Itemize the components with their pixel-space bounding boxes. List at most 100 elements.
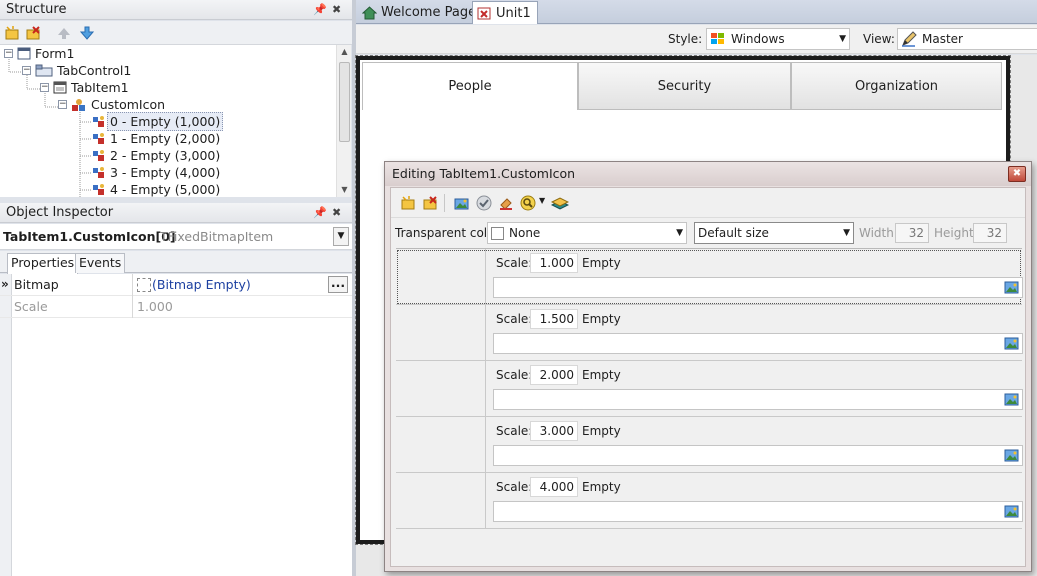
transparent-color-select[interactable]: None ▼ — [487, 222, 687, 244]
move-up-icon[interactable] — [55, 24, 73, 42]
scale-input[interactable]: 1.500 — [530, 309, 578, 329]
chevron-down-icon[interactable]: ▼ — [839, 34, 846, 44]
load-image-icon[interactable] — [453, 194, 471, 212]
scale-label: Scale: — [496, 480, 533, 494]
browse-image-icon[interactable] — [1004, 336, 1019, 350]
tab-events[interactable]: Events — [75, 253, 126, 273]
add-item-icon[interactable] — [3, 24, 21, 42]
form-unit-icon — [477, 7, 491, 20]
bitmap-path-input[interactable] — [493, 445, 1023, 466]
list-item[interactable]: Scale: 3.000 Empty — [396, 417, 1023, 473]
delete-item-icon[interactable] — [24, 24, 42, 42]
tree-item-tabcontrol1[interactable]: − TabControl1 — [22, 62, 131, 79]
tree-scrollbar[interactable]: ▲ ▼ — [336, 45, 351, 197]
pin-icon[interactable]: 📌 — [313, 0, 327, 20]
list-item[interactable]: Scale: 1.500 Empty — [396, 305, 1023, 361]
bitmap-path-input[interactable] — [493, 501, 1023, 522]
bitmap-thumbnail — [396, 305, 486, 360]
browse-image-icon[interactable] — [1004, 504, 1019, 518]
size-select[interactable]: Default size ▼ — [694, 222, 854, 244]
tree-item-label: 0 - Empty (1,000) — [107, 112, 224, 131]
bitmap-status: Empty — [582, 480, 621, 494]
scale-input[interactable]: 4.000 — [530, 477, 578, 497]
chevron-down-icon[interactable]: ▼ — [843, 228, 850, 238]
scrollbar-thumb[interactable] — [339, 62, 350, 142]
collapse-icon[interactable]: − — [4, 49, 13, 58]
clear-icon[interactable] — [497, 194, 515, 212]
browse-image-icon[interactable] — [1004, 448, 1019, 462]
form-tab-security[interactable]: Security — [578, 62, 791, 110]
style-select[interactable]: Windows ▼ — [706, 28, 850, 50]
structure-title: Structure — [6, 2, 67, 17]
tree-item-bitmap-2[interactable]: 2 - Empty (3,000) — [92, 147, 220, 164]
scroll-down-icon[interactable]: ▼ — [337, 183, 352, 197]
width-input[interactable]: 32 — [895, 223, 929, 243]
tree-item-bitmap-4[interactable]: 4 - Empty (5,000) — [92, 181, 220, 197]
row-indicator-column — [0, 274, 12, 576]
view-label: View: — [863, 32, 895, 46]
tabcontrol-icon — [35, 64, 53, 77]
scale-input[interactable]: 3.000 — [530, 421, 578, 441]
tree-item-form1[interactable]: − Form1 — [4, 45, 74, 62]
scale-label: Scale: — [496, 312, 533, 326]
close-icon[interactable]: ✖ — [332, 203, 341, 223]
tab-unit1[interactable]: Unit1 — [472, 1, 538, 24]
tree-item-bitmap-1[interactable]: 1 - Empty (2,000) — [92, 130, 220, 147]
add-item-icon[interactable] — [399, 194, 417, 212]
tree-item-bitmap-0[interactable]: 0 - Empty (1,000) — [92, 112, 224, 131]
scroll-up-icon[interactable]: ▲ — [337, 45, 352, 59]
delete-item-icon[interactable] — [421, 194, 439, 212]
ellipsis-button[interactable]: ... — [328, 276, 348, 293]
list-item[interactable]: Scale: 2.000 Empty — [396, 361, 1023, 417]
tree-item-customicon[interactable]: − CustomIcon — [58, 96, 165, 113]
bitmap-path-input[interactable] — [493, 277, 1023, 298]
dialog-options-bar: Transparent color: None ▼ Default size ▼… — [391, 219, 1025, 249]
form-tab-organization[interactable]: Organization — [791, 62, 1002, 110]
bitmap-status: Empty — [582, 256, 621, 270]
browse-image-icon[interactable] — [1004, 280, 1019, 294]
dialog-title-bar[interactable]: Editing TabItem1.CustomIcon ✖ — [385, 162, 1031, 186]
form-icon — [17, 47, 31, 60]
bitmap-thumbnail — [396, 473, 486, 528]
close-button[interactable]: ✖ — [1008, 166, 1026, 182]
close-icon[interactable]: ✖ — [332, 0, 341, 20]
object-selector[interactable]: TabItem1.CustomIcon[0] TFixedBitmapItem … — [0, 224, 352, 250]
property-grid: » Bitmap (Bitmap Empty) ... Scale 1.000 — [0, 274, 352, 576]
empty-bitmap-icon — [137, 278, 151, 292]
bitmap-path-input[interactable] — [493, 333, 1023, 354]
pin-icon[interactable]: 📌 — [313, 203, 327, 223]
scale-input[interactable]: 1.000 — [530, 253, 578, 273]
dialog-toolbar: ▼ — [391, 188, 1025, 218]
collapse-icon[interactable]: − — [58, 100, 67, 109]
height-input[interactable]: 32 — [973, 223, 1007, 243]
list-item[interactable]: Scale: 4.000 Empty — [396, 473, 1023, 529]
collapse-icon[interactable]: − — [22, 66, 31, 75]
property-row-bitmap[interactable]: Bitmap (Bitmap Empty) ... — [0, 274, 352, 296]
style-value: Windows — [731, 32, 785, 46]
browse-image-icon[interactable] — [1004, 392, 1019, 406]
style-label: Style: — [668, 32, 703, 46]
view-select[interactable]: Master — [897, 28, 1037, 50]
property-name: Bitmap — [14, 274, 133, 296]
move-down-icon[interactable] — [78, 24, 96, 42]
scale-input[interactable]: 2.000 — [530, 365, 578, 385]
chevron-down-icon[interactable]: ▼ — [676, 228, 683, 238]
chevron-down-icon[interactable]: ▼ — [539, 196, 545, 205]
size-value: Default size — [698, 226, 769, 240]
tab-properties[interactable]: Properties — [7, 253, 79, 274]
chevron-down-icon[interactable]: ▼ — [333, 227, 349, 246]
list-item[interactable]: Scale: 1.000 Empty — [396, 249, 1023, 305]
check-icon[interactable] — [475, 194, 493, 212]
property-row-scale[interactable]: Scale 1.000 — [0, 296, 352, 318]
tree-item-tabitem1[interactable]: − TabItem1 — [40, 79, 129, 96]
property-value[interactable]: (Bitmap Empty) ... — [134, 274, 350, 296]
bitmap-path-input[interactable] — [493, 389, 1023, 410]
collapse-icon[interactable]: − — [40, 83, 49, 92]
tab-welcome-page[interactable]: Welcome Page — [358, 1, 482, 24]
property-value[interactable]: 1.000 — [134, 296, 350, 318]
tree-item-bitmap-3[interactable]: 3 - Empty (4,000) — [92, 164, 220, 181]
zoom-icon[interactable] — [519, 194, 537, 212]
form-tab-people[interactable]: People — [362, 62, 578, 110]
tree-item-label: 4 - Empty (5,000) — [110, 182, 221, 197]
layers-icon[interactable] — [551, 194, 569, 212]
